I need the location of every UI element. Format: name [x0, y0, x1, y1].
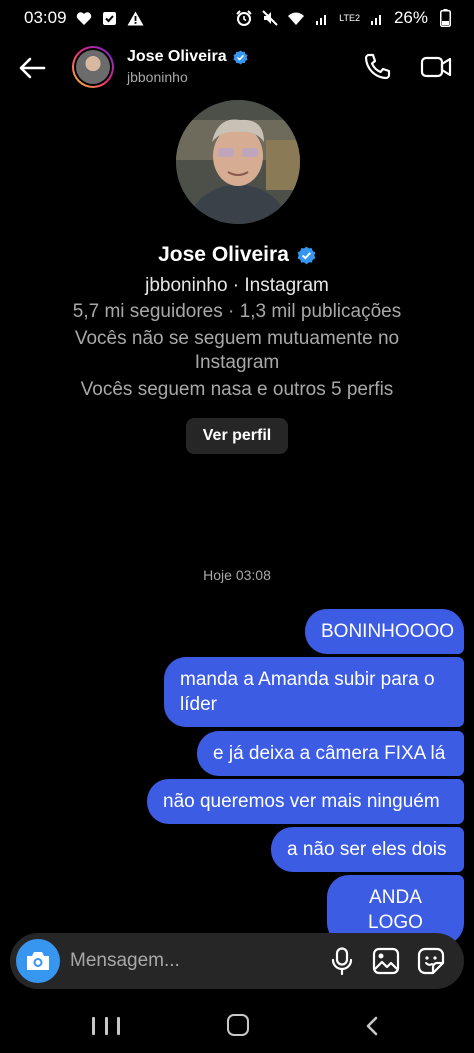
message-bubble[interactable]: e já deixa a câmera FIXA lá: [197, 731, 464, 776]
microphone-icon: [331, 947, 353, 975]
audio-call-button[interactable]: [362, 52, 394, 84]
image-icon: [372, 947, 400, 975]
header-avatar[interactable]: [72, 46, 114, 88]
camera-button[interactable]: [16, 939, 60, 983]
battery-percent: 26%: [393, 8, 428, 27]
system-navigation-bar: [0, 1000, 474, 1053]
message-composer: [10, 933, 464, 989]
status-left: 03:09: [24, 8, 145, 28]
status-time: 03:09: [24, 8, 67, 27]
profile-follow-info: Vocês seguem nasa e outros 5 perfis: [80, 379, 394, 400]
signal-icon: [368, 9, 386, 27]
message-bubble[interactable]: a não ser eles dois: [271, 827, 464, 872]
verified-badge-icon: [297, 246, 316, 264]
system-back-button[interactable]: [358, 1012, 386, 1040]
profile-name-row: Jose Oliveira: [0, 243, 474, 267]
header-handle: jbboninho: [127, 69, 188, 85]
message-bubble[interactable]: manda a Amanda subir para o líder: [164, 657, 464, 727]
status-bar: 03:09 LTE2 26%: [0, 0, 474, 36]
video-call-button[interactable]: [420, 52, 454, 84]
header-name-row: Jose Oliveira: [127, 48, 248, 66]
profile-stats: 5,7 mi seguidores · 1,3 mil publicações: [72, 301, 402, 322]
profile-name: Jose Oliveira: [158, 243, 289, 266]
chat-header: Jose Oliveira jbboninho: [0, 40, 474, 96]
mute-icon: [261, 9, 279, 27]
sticker-button[interactable]: [415, 945, 447, 977]
heart-icon: [75, 9, 93, 27]
conversation-timestamp: Hoje 03:08: [203, 567, 271, 583]
checkbox-notification-icon: [101, 9, 119, 27]
message-bubble[interactable]: BONINHOOOO: [305, 609, 464, 654]
wifi-icon: [287, 9, 305, 27]
battery-icon: [436, 9, 454, 27]
verified-badge-icon: [233, 49, 248, 65]
message-input[interactable]: [70, 947, 310, 975]
profile-photo-image: [176, 100, 300, 224]
profile-photo[interactable]: [176, 100, 300, 224]
recent-apps-button[interactable]: [92, 1014, 120, 1038]
header-name: Jose Oliveira: [127, 48, 227, 65]
signal-icon: [313, 9, 331, 27]
gallery-button[interactable]: [370, 945, 402, 977]
header-user-info[interactable]: Jose Oliveira jbboninho: [127, 48, 248, 85]
network-label: LTE2: [339, 12, 360, 23]
warning-icon: [127, 9, 145, 27]
profile-mutual-status: Vocês não se seguem mutuamente no Instag…: [74, 328, 400, 373]
video-camera-icon: [420, 56, 452, 78]
alarm-icon: [235, 9, 253, 27]
camera-icon: [27, 952, 49, 970]
back-button[interactable]: [16, 52, 48, 84]
profile-subtitle: jbboninho · Instagram: [145, 275, 329, 296]
view-profile-button[interactable]: Ver perfil: [186, 418, 288, 454]
chevron-left-icon: [366, 1016, 378, 1036]
arrow-left-icon: [19, 57, 46, 79]
phone-icon: [364, 53, 391, 80]
message-bubble[interactable]: não queremos ver mais ninguém: [147, 779, 464, 824]
avatar-image: [76, 50, 110, 84]
home-button[interactable]: [227, 1014, 249, 1036]
voice-message-button[interactable]: [326, 945, 358, 977]
sticker-icon: [417, 947, 445, 975]
status-right: LTE2 26%: [235, 8, 454, 28]
